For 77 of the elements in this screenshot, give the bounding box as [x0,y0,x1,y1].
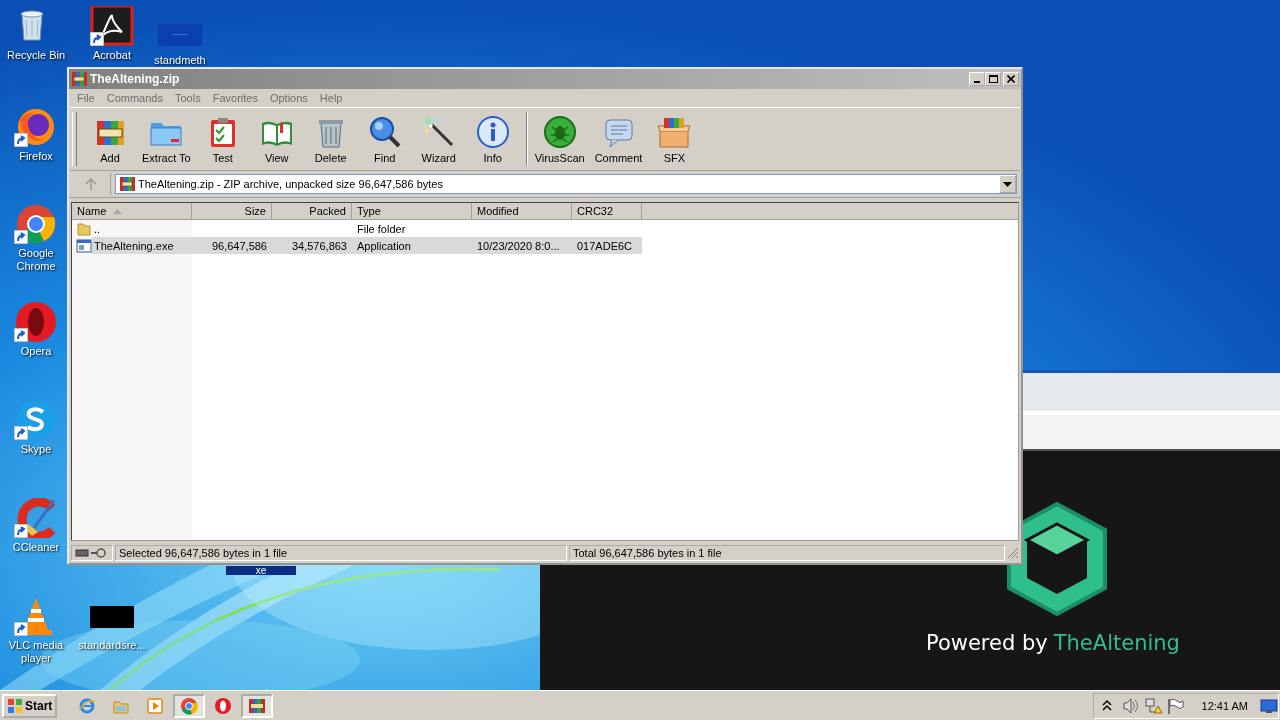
brand-link[interactable]: TheAltening [1053,631,1180,655]
toolbar-button[interactable]: Comment [591,112,646,166]
application-icon [76,238,92,254]
internet-explorer-icon [78,696,97,715]
desktop-icon-label[interactable]: Firefox [1,150,71,163]
column-header[interactable]: Size [192,203,272,220]
window-title: TheAltening.zip [90,72,181,86]
path-dropdown[interactable]: TheAltening.zip - ZIP archive, unpacked size 96,647,586 bytes [115,174,1017,194]
up-arrow-icon [84,178,97,190]
toolbar-button[interactable]: SFX [649,112,700,166]
column-header[interactable]: Type [352,203,472,220]
desktop-icon [14,400,58,440]
menu-item[interactable]: Favorites [206,92,264,104]
toolbar-button[interactable]: Delete [305,112,356,166]
table-cell-text: 96,647,586 [210,239,268,252]
winrar-icon [71,71,87,87]
maximize-icon [988,75,998,83]
drive-and-key-icon [75,548,107,558]
toolbar-button[interactable]: Wizard [413,112,464,166]
table-cell-text: 10/23/2020 8:0... [476,239,561,252]
magnifier-icon [367,114,402,149]
windows-logo-icon [7,697,23,714]
desktop-icon-label[interactable]: Opera [1,345,71,358]
column-header[interactable]: Packed [272,203,352,220]
taskbar-button[interactable] [173,693,206,718]
desktop-icon [90,6,134,46]
column-header[interactable]: CRC32 [572,203,642,220]
close-icon [1007,75,1015,83]
desktop-icon-label[interactable]: Acrobat [77,49,147,62]
toolbar-button[interactable]: Find [359,112,410,166]
desktop-icon-label[interactable]: Recycle Bin [1,49,71,62]
toolbar-button[interactable]: Info [467,112,518,166]
table-cell-text: 34,576,863 [290,239,348,252]
status-text: Selected 96,647,586 bytes in 1 file [115,545,567,561]
resize-grip-icon [1007,547,1019,559]
table-cell-text: File folder [356,222,407,235]
network-warning-icon [1143,696,1162,715]
toolbar-button[interactable]: View [251,112,302,166]
column-header[interactable]: Modified [472,203,572,220]
opera-icon [214,696,233,715]
start-button[interactable]: Start [2,693,58,718]
toolbar-button[interactable]: Test [197,112,248,166]
flag-icon [1165,696,1184,715]
menu-item[interactable]: Options [263,92,314,104]
maximize-button[interactable] [985,72,1001,86]
minimize-icon [974,81,980,83]
toolbar-button[interactable]: Add [85,112,135,166]
tagline-text: Powered by [926,631,1048,655]
minimize-button[interactable] [969,72,985,86]
speaker-icon [1121,696,1140,715]
table-cell-text: 017ADE6C [576,239,634,252]
close-button[interactable] [1003,72,1019,86]
file-row[interactable]: .. File folder [72,220,642,237]
monitor-icon [1260,697,1278,714]
toolbar-button[interactable]: Extract To [139,112,194,166]
status-text: Total 96,647,586 bytes in 1 file [569,545,1005,561]
table-cell-text: TheAltening.exe [93,239,175,252]
taskbar-button[interactable] [241,693,274,718]
dropdown-arrow-icon [1003,181,1012,187]
winrar-icon [248,696,267,715]
desktop-icon-label[interactable]: Google Chrome [1,247,71,273]
show-desktop-button[interactable] [1260,697,1278,714]
table-cell-text: Application [356,239,412,252]
menu-item[interactable]: Tools [169,92,207,104]
media-player-icon [146,696,165,715]
column-header[interactable]: Name [72,203,192,220]
bug-icon [542,114,577,149]
table-cell-text: .. [93,222,102,235]
menu-item[interactable]: Commands [100,92,169,104]
desktop-icon [14,204,58,244]
chrome-icon [180,696,199,715]
info-icon [475,114,510,149]
desktop-icon-label[interactable]: standmeth [145,54,215,67]
winrar-icon [119,176,135,192]
toolbar-button[interactable]: VirusScan [531,112,588,166]
desktop-icon-label[interactable]: xe [226,566,296,575]
clock[interactable]: 12:41 AM [1201,699,1248,712]
